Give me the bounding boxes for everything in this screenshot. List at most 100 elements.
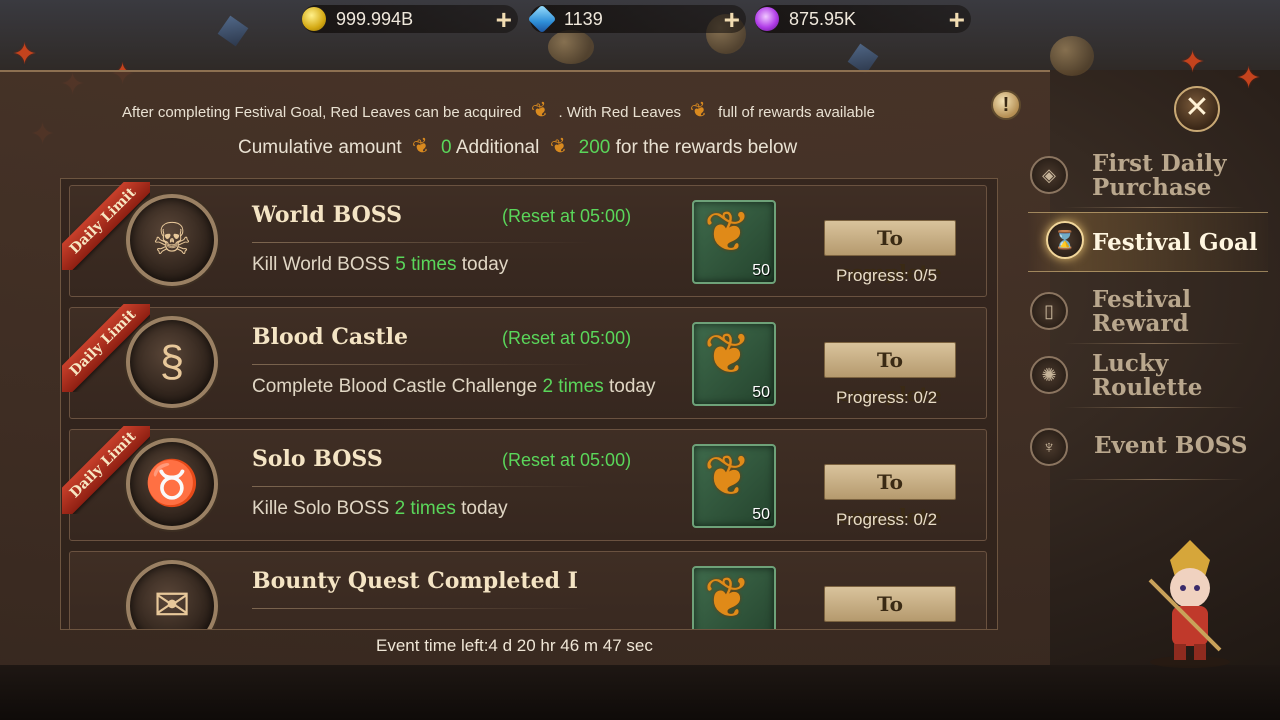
quest-row-bounty-quest: ✉ Bounty Quest Completed I ❦ To complete — [69, 551, 987, 629]
red-leaf-icon: ❦ — [704, 444, 751, 507]
quest-desc-count: 2 times — [542, 376, 604, 397]
quest-desc-text: Complete Blood Castle Challenge — [252, 376, 538, 397]
quest-progress: Progress: 0/2 — [836, 510, 938, 529]
cards-icon: ▯ — [1030, 292, 1068, 330]
quest-row-blood-castle: Daily Limit § Blood Castle (Reset at 05:… — [62, 304, 987, 419]
red-leaf-icon: ❦ — [704, 322, 751, 385]
info-text: After completing Festival Goal, Red Leav… — [122, 104, 522, 121]
divider — [1064, 407, 1244, 408]
maple-leaf-decoration-icon: ✦ — [12, 38, 38, 71]
nav-first-daily-purchase[interactable]: ◈ First Daily Purchase — [1028, 148, 1268, 208]
roulette-icon: ✺ — [1030, 356, 1068, 394]
info-text-line2: Cumulative amount ❦ 0 Additional ❦ 200 f… — [238, 133, 798, 161]
quest-list[interactable]: Daily Limit ☠ World BOSS (Reset at 05:00… — [60, 178, 998, 630]
world-boss-mask-icon: ☠ — [126, 194, 218, 286]
quest-desc-text: Kille Solo BOSS — [252, 498, 390, 519]
bottom-backdrop — [0, 665, 1280, 720]
quest-desc-text: Kill World BOSS — [252, 254, 390, 275]
cumulative-label: Cumulative amount — [238, 137, 402, 158]
background-coin-icon — [548, 30, 594, 64]
quest-title: Bounty Quest Completed I — [252, 568, 578, 594]
add-purple-button[interactable]: + — [949, 4, 965, 36]
quest-title: World BOSS — [252, 202, 403, 228]
maple-leaf-decoration-icon: ✦ — [1180, 46, 1206, 79]
divider — [252, 364, 590, 365]
reward-quantity: 50 — [752, 262, 770, 279]
event-time-left: Event time left:4 d 20 hr 46 m 47 sec — [376, 636, 653, 655]
additional-value: 200 — [578, 137, 611, 158]
close-button[interactable]: ✕ — [1174, 86, 1220, 132]
nav-label-line1: Lucky — [1092, 350, 1169, 377]
nav-festival-reward[interactable]: ▯ Festival Reward — [1028, 284, 1268, 344]
quest-reset-time: (Reset at 05:00) — [502, 450, 632, 470]
quest-description: Complete Blood Castle Challenge 2 times … — [252, 376, 655, 398]
divider — [252, 608, 590, 609]
add-gold-button[interactable]: + — [496, 4, 512, 36]
red-leaf-icon: ❦ — [547, 133, 571, 161]
reward-slot[interactable]: ❦ — [692, 566, 776, 629]
quest-description: Kille Solo BOSS 2 times today — [252, 498, 508, 520]
quest-title: Solo BOSS — [252, 446, 383, 472]
divider — [1064, 207, 1244, 208]
cumulative-value: 0 — [441, 137, 452, 158]
reward-slot[interactable]: ❦ 50 — [692, 444, 776, 528]
gold-coin-icon — [302, 7, 326, 31]
info-text: full of rewards available — [718, 104, 875, 121]
nav-label-line1: Festival — [1092, 286, 1192, 313]
info-text: . With Red Leaves — [558, 104, 682, 121]
nav-label-line2: Reward — [1092, 310, 1189, 337]
mascot-character — [1148, 540, 1230, 668]
quest-reset-time: (Reset at 05:00) — [502, 206, 632, 226]
reward-slot[interactable]: ❦ 50 — [692, 200, 776, 284]
blood-castle-dragon-icon: § — [126, 316, 218, 408]
currency-value: 999.994B — [336, 9, 414, 29]
red-leaf-icon: ❦ — [688, 97, 712, 125]
nav-label: Event BOSS — [1094, 432, 1248, 459]
red-leaf-icon: ❦ — [704, 566, 751, 629]
nav-event-boss[interactable]: ♆ Event BOSS — [1028, 420, 1268, 480]
to-complete-button[interactable]: To complete — [824, 586, 956, 629]
to-complete-button[interactable]: To complete — [824, 220, 956, 284]
currency-gold: 999.994B + — [302, 4, 518, 36]
reward-quantity: 50 — [752, 506, 770, 523]
to-complete-button[interactable]: To complete — [824, 342, 956, 406]
gem-badge-icon: ◈ — [1030, 156, 1068, 194]
maple-leaf-decoration-icon: ✦ — [1236, 62, 1262, 95]
quest-title: Blood Castle — [252, 324, 409, 350]
red-leaf-icon: ❦ — [704, 200, 751, 263]
currency-purple: 875.95K + — [755, 4, 971, 36]
nav-label-line2: Purchase — [1092, 174, 1212, 201]
divider — [1064, 479, 1244, 480]
nav-label: Festival Reward — [1092, 288, 1191, 336]
demon-head-icon: ♆ — [1030, 428, 1068, 466]
quest-row-solo-boss: Daily Limit ♉ Solo BOSS (Reset at 05:00)… — [62, 426, 987, 541]
quest-desc-text: today — [461, 498, 508, 519]
additional-label: Additional — [455, 137, 540, 158]
nav-festival-goal[interactable]: ⌛ Festival Goal — [1028, 212, 1268, 272]
red-leaf-icon: ❦ — [528, 97, 552, 125]
nav-label: Festival Goal — [1092, 229, 1258, 256]
help-button[interactable]: ! — [991, 90, 1021, 120]
quest-description: Kill World BOSS 5 times today — [252, 254, 508, 276]
nav-lucky-roulette[interactable]: ✺ Lucky Roulette — [1028, 348, 1268, 408]
add-diamond-button[interactable]: + — [724, 4, 740, 36]
bounty-scroll-icon: ✉ — [126, 560, 218, 629]
quest-progress: Progress: 0/5 — [836, 266, 938, 285]
purple-orb-icon — [755, 7, 779, 31]
quest-progress: Progress: 0/2 — [836, 388, 938, 407]
to-complete-button[interactable]: To complete — [824, 464, 956, 528]
reward-quantity: 50 — [752, 384, 770, 401]
background-coin-icon — [1050, 36, 1094, 76]
quest-row-world-boss: Daily Limit ☠ World BOSS (Reset at 05:00… — [62, 182, 987, 297]
nav-label-line1: First Daily — [1092, 150, 1227, 177]
currency-value: 1139 — [564, 9, 603, 29]
info-text: for the rewards below — [615, 137, 798, 158]
quest-desc-count: 2 times — [394, 498, 456, 519]
reward-slot[interactable]: ❦ 50 — [692, 322, 776, 406]
quest-desc-text: today — [461, 254, 509, 275]
quest-reset-time: (Reset at 05:00) — [502, 328, 632, 348]
solo-boss-mask-icon: ♉ — [126, 438, 218, 530]
quest-desc-count: 5 times — [395, 254, 457, 275]
currency-value: 875.95K — [789, 9, 857, 29]
nav-label-line2: Roulette — [1092, 374, 1203, 401]
